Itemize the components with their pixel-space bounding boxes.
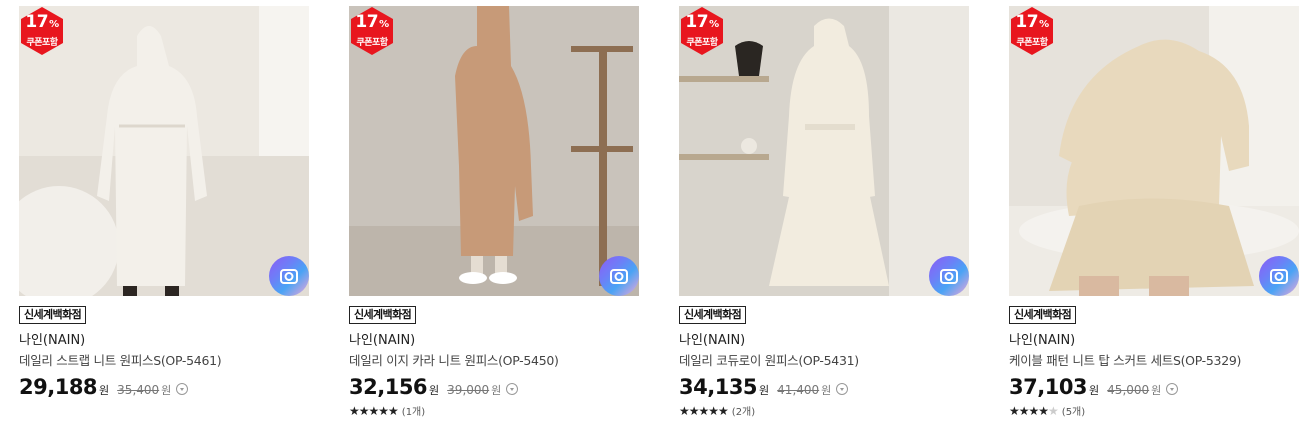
discount-percent: 17: [1015, 12, 1039, 32]
store-tag: 신세계백화점: [679, 306, 747, 324]
discount-unit: %: [709, 19, 719, 30]
original-price-unit: 원: [1151, 384, 1162, 397]
product-name[interactable]: 데일리 코듀로이 원피스(OP-5431): [679, 353, 969, 369]
store-tag: 신세계백화점: [19, 306, 87, 324]
original-price: 45,000: [1107, 383, 1150, 397]
discount-badge: 17% 쿠폰포함: [21, 7, 63, 55]
price-row: 32,156 원 39,000 원: [349, 375, 639, 399]
review-count[interactable]: (5개): [1062, 403, 1085, 418]
discount-badge: 17% 쿠폰포함: [351, 7, 393, 55]
store-tag: 신세계백화점: [1009, 306, 1077, 324]
rating-stars: ★★★★★: [679, 403, 729, 418]
rating-stars: ★★★★★: [1009, 403, 1059, 418]
original-price: 41,400: [777, 383, 820, 397]
camera-icon: [280, 269, 298, 284]
discount-percent: 17: [685, 12, 709, 32]
price-info-icon[interactable]: [836, 383, 849, 395]
discount-badge: 17% 쿠폰포함: [1011, 7, 1053, 55]
price-unit: 원: [1089, 384, 1100, 397]
price-row: 34,135 원 41,400 원: [679, 375, 969, 399]
camera-button[interactable]: [599, 256, 639, 296]
rating-row: ★★★★★ (5개): [1009, 403, 1299, 419]
product-card-3[interactable]: 17% 쿠폰포함 신세계백화점 나인(NAIN) 데일리 코듀로이 원피스(OP…: [679, 6, 969, 418]
product-image[interactable]: 17% 쿠폰포함: [19, 6, 309, 296]
rating-stars: ★★★★★: [349, 403, 399, 418]
discount-unit: %: [379, 19, 389, 30]
review-count[interactable]: (1개): [402, 403, 425, 418]
product-card-4[interactable]: 17% 쿠폰포함 신세계백화점 나인(NAIN) 케이블 패턴 니트 탑 스커트…: [1009, 6, 1299, 418]
brand-name[interactable]: 나인(NAIN): [19, 333, 309, 349]
camera-button[interactable]: [1259, 256, 1299, 296]
camera-icon: [1270, 269, 1288, 284]
product-card-2[interactable]: 17% 쿠폰포함 신세계백화점 나인(NAIN) 데일리 이지 카라 니트 원피…: [349, 6, 639, 418]
rating-row: ★★★★★ (1개): [349, 403, 639, 419]
coupon-label: 쿠폰포함: [686, 38, 718, 48]
discount-percent: 17: [25, 12, 49, 32]
product-name[interactable]: 데일리 이지 카라 니트 원피스(OP-5450): [349, 353, 639, 369]
product-name[interactable]: 케이블 패턴 니트 탑 스커트 세트S(OP-5329): [1009, 353, 1299, 369]
product-image[interactable]: 17% 쿠폰포함: [1009, 6, 1299, 296]
price-info-icon[interactable]: [176, 383, 189, 395]
discount-percent: 17: [355, 12, 379, 32]
coupon-label: 쿠폰포함: [356, 38, 388, 48]
original-price-unit: 원: [491, 384, 502, 397]
camera-button[interactable]: [929, 256, 969, 296]
original-price: 35,400: [117, 383, 160, 397]
price-unit: 원: [759, 384, 770, 397]
sale-price: 37,103: [1009, 375, 1088, 399]
review-count[interactable]: (2개): [732, 403, 755, 418]
price-info-icon[interactable]: [1166, 383, 1179, 395]
brand-name[interactable]: 나인(NAIN): [349, 333, 639, 349]
brand-name[interactable]: 나인(NAIN): [1009, 333, 1299, 349]
original-price-unit: 원: [161, 384, 172, 397]
discount-badge: 17% 쿠폰포함: [681, 7, 723, 55]
sale-price: 32,156: [349, 375, 428, 399]
price-row: 29,188 원 35,400 원: [19, 375, 309, 399]
price-unit: 원: [99, 384, 110, 397]
coupon-label: 쿠폰포함: [26, 38, 58, 48]
rating-row: ★★★★★ (2개): [679, 403, 969, 419]
camera-icon: [940, 269, 958, 284]
original-price-unit: 원: [821, 384, 832, 397]
coupon-label: 쿠폰포함: [1016, 38, 1048, 48]
store-tag: 신세계백화점: [349, 306, 417, 324]
discount-unit: %: [49, 19, 59, 30]
product-image[interactable]: 17% 쿠폰포함: [349, 6, 639, 296]
brand-name[interactable]: 나인(NAIN): [679, 333, 969, 349]
camera-button[interactable]: [269, 256, 309, 296]
camera-icon: [610, 269, 628, 284]
product-image[interactable]: 17% 쿠폰포함: [679, 6, 969, 296]
sale-price: 29,188: [19, 375, 98, 399]
price-row: 37,103 원 45,000 원: [1009, 375, 1299, 399]
product-name[interactable]: 데일리 스트랩 니트 원피스S(OP-5461): [19, 353, 309, 369]
discount-unit: %: [1039, 19, 1049, 30]
original-price: 39,000: [447, 383, 490, 397]
price-info-icon[interactable]: [506, 383, 519, 395]
sale-price: 34,135: [679, 375, 758, 399]
product-card-1[interactable]: 17% 쿠폰포함 신세계백화점 나인(NAIN) 데일리 스트랩 니트 원피스S…: [19, 6, 309, 399]
price-unit: 원: [429, 384, 440, 397]
